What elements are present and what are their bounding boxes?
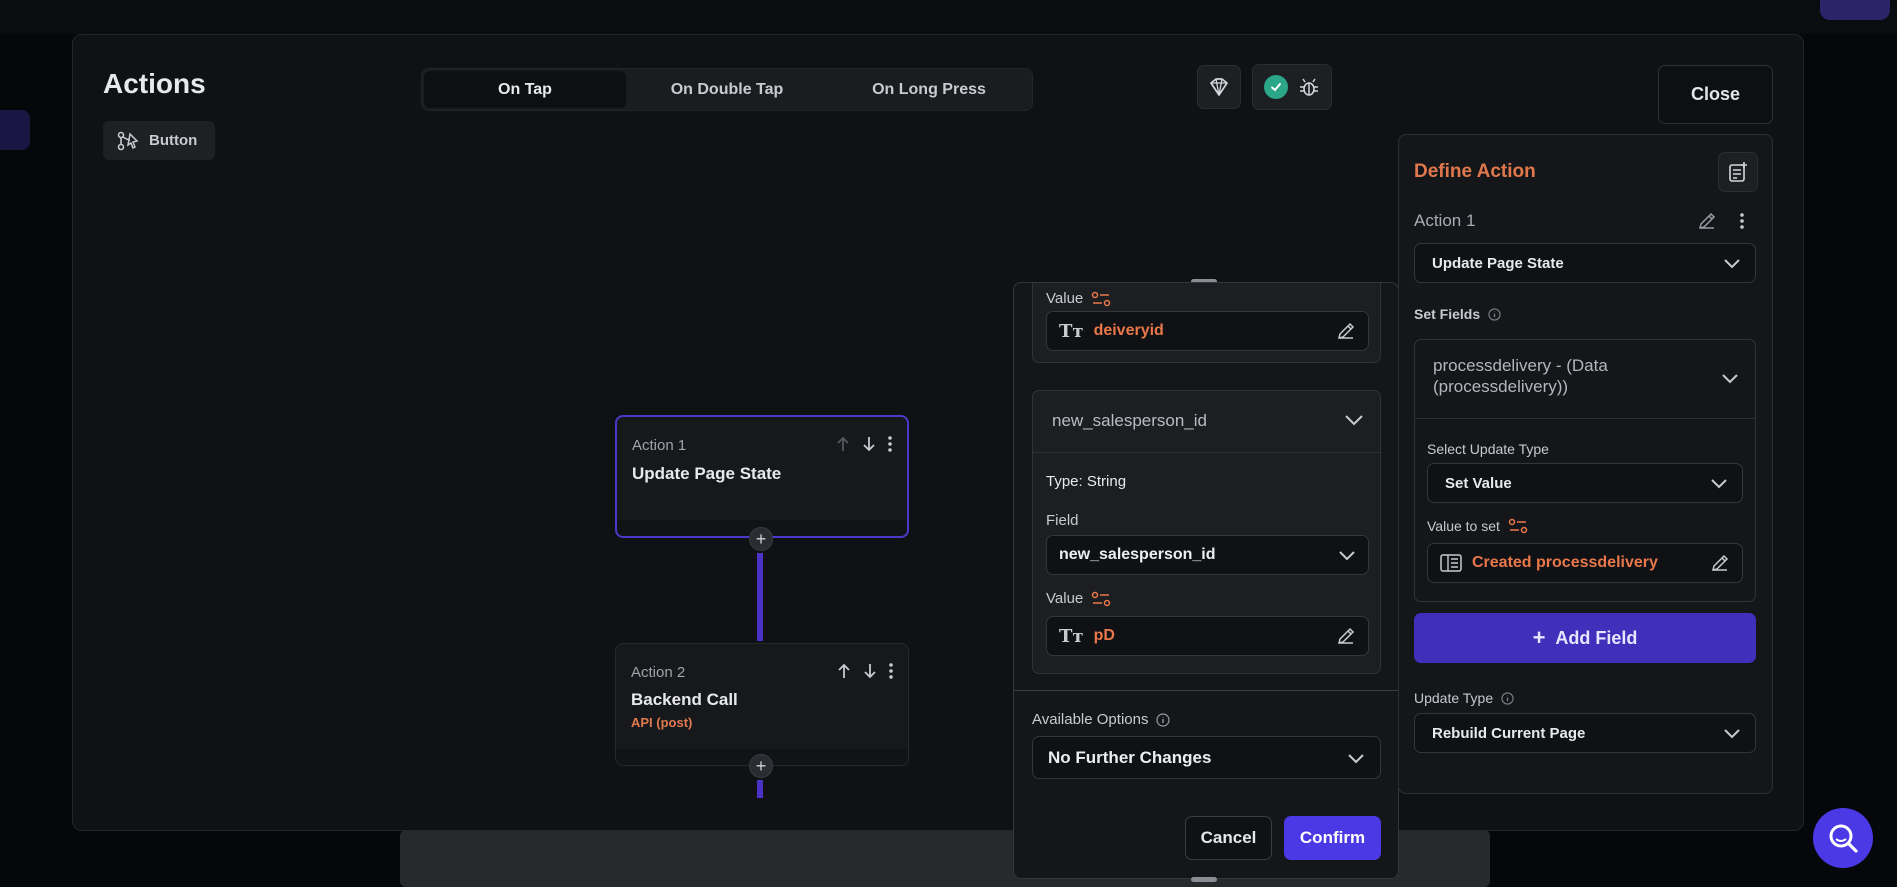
top-value-card: Value Tт deiveryid <box>1032 283 1381 363</box>
move-down-icon[interactable] <box>861 435 877 453</box>
text-type-icon: Tт <box>1059 320 1084 342</box>
close-button[interactable]: Close <box>1658 65 1773 124</box>
background-toolbar <box>0 0 1897 34</box>
info-icon <box>1501 691 1514 705</box>
divider <box>1033 452 1380 453</box>
type-text: Type: String <box>1046 473 1127 490</box>
value-label: Value <box>1046 290 1111 307</box>
tab-on-long-press[interactable]: On Long Press <box>828 71 1030 108</box>
edit-icon[interactable] <box>1697 211 1717 231</box>
more-vertical-icon[interactable] <box>888 662 894 680</box>
debug-group[interactable] <box>1252 64 1332 110</box>
more-vertical-icon[interactable] <box>887 435 893 453</box>
value-label: Value <box>1046 590 1111 607</box>
value-to-set-label: Value to set <box>1427 518 1528 534</box>
data-record-icon <box>1440 554 1462 572</box>
edit-icon[interactable] <box>1710 553 1730 573</box>
select-update-type-label: Select Update Type <box>1427 441 1549 457</box>
bug-icon <box>1300 78 1318 96</box>
move-down-icon[interactable] <box>862 662 878 680</box>
action-node-label: Action 1 <box>632 437 687 454</box>
field-header[interactable]: new_salesperson_id <box>1033 391 1380 451</box>
divider <box>1014 690 1398 691</box>
widget-tree-icon <box>117 131 139 150</box>
search-icon <box>1829 824 1858 853</box>
widget-chip-label: Button <box>149 132 198 149</box>
available-options-select[interactable]: No Further Changes <box>1032 736 1381 779</box>
chevron-down-icon <box>1348 753 1364 763</box>
search-fab[interactable] <box>1813 808 1873 868</box>
set-field-card: processdelivery - (Data (processdelivery… <box>1414 339 1756 602</box>
ai-gem-icon <box>1210 78 1228 96</box>
text-type-icon: Tт <box>1059 625 1084 647</box>
action-notes-button[interactable] <box>1718 152 1758 192</box>
action-node-subtitle: API (post) <box>631 715 693 730</box>
add-action-plus-icon[interactable]: + <box>749 754 773 778</box>
move-up-icon[interactable] <box>835 435 851 453</box>
variable-toggle-icon[interactable] <box>1091 591 1111 607</box>
field-config-panel: Value Tт deiveryid new_salesperson_id Ty… <box>1013 282 1399 879</box>
chevron-down-icon <box>1339 551 1355 561</box>
action-label: Action 1 <box>1414 211 1476 230</box>
value-input[interactable]: Tт pD <box>1046 616 1369 656</box>
value-to-set-input[interactable]: Created processdelivery <box>1427 543 1743 583</box>
chevron-down-icon <box>1345 415 1363 426</box>
tab-on-double-tap[interactable]: On Double Tap <box>626 71 828 108</box>
more-vertical-icon[interactable] <box>1739 212 1745 230</box>
edit-icon[interactable] <box>1336 626 1356 646</box>
set-field-header[interactable]: processdelivery - (Data (processdelivery… <box>1415 340 1755 418</box>
trigger-tabs: On Tap On Double Tap On Long Press <box>421 68 1033 111</box>
chevron-down-icon <box>1711 479 1727 489</box>
flow-connector <box>757 553 763 641</box>
chevron-down-icon <box>1724 729 1740 739</box>
action-node-2[interactable]: Action 2 Backend Call API (post) <box>615 643 909 766</box>
set-field-name: processdelivery - (Data (processdelivery… <box>1433 356 1608 396</box>
update-type-label: Update Type <box>1414 690 1514 706</box>
available-options-label: Available Options <box>1032 711 1171 728</box>
panel-drag-handle-bottom[interactable] <box>1191 877 1217 882</box>
tab-on-tap[interactable]: On Tap <box>424 71 626 108</box>
info-icon <box>1488 307 1501 321</box>
field-name: new_salesperson_id <box>1052 411 1207 430</box>
define-action-panel: Define Action Action 1 Update Page State… <box>1398 134 1773 794</box>
flow-connector <box>757 780 763 798</box>
confirm-button[interactable]: Confirm <box>1284 816 1381 860</box>
add-action-plus-icon[interactable]: + <box>749 527 773 551</box>
action-node-name: Update Page State <box>632 464 782 483</box>
widget-chip[interactable]: Button <box>103 121 215 160</box>
move-up-icon[interactable] <box>836 662 852 680</box>
plus-icon: + <box>1532 625 1546 650</box>
divider <box>1415 418 1755 419</box>
action-node-1[interactable]: Action 1 Update Page State <box>615 415 909 538</box>
background-sidebar-highlight <box>0 110 30 150</box>
background-top-chip <box>1820 0 1890 20</box>
edit-icon[interactable] <box>1336 321 1356 341</box>
field-card: new_salesperson_id Type: String Field ne… <box>1032 390 1381 674</box>
define-action-title: Define Action <box>1414 161 1536 182</box>
field-select[interactable]: new_salesperson_id <box>1046 535 1369 575</box>
action-node-name: Backend Call <box>631 690 738 709</box>
check-icon <box>1264 75 1288 99</box>
ai-assist-button[interactable] <box>1197 65 1241 109</box>
update-type-select[interactable]: Set Value <box>1427 463 1743 503</box>
variable-toggle-icon[interactable] <box>1508 518 1528 534</box>
cancel-button[interactable]: Cancel <box>1185 816 1272 860</box>
action-node-label: Action 2 <box>631 664 686 681</box>
chevron-down-icon <box>1724 259 1740 269</box>
info-icon <box>1156 712 1171 727</box>
notes-add-icon <box>1729 162 1747 182</box>
set-fields-label: Set Fields <box>1414 306 1501 322</box>
action-type-select[interactable]: Update Page State <box>1414 243 1756 283</box>
rebuild-select[interactable]: Rebuild Current Page <box>1414 713 1756 753</box>
page-title: Actions <box>103 68 206 99</box>
variable-toggle-icon[interactable] <box>1091 291 1111 307</box>
field-label: Field <box>1046 512 1079 529</box>
add-field-button[interactable]: + Add Field <box>1414 613 1756 663</box>
top-value-input[interactable]: Tт deiveryid <box>1046 311 1369 351</box>
chevron-down-icon <box>1722 374 1738 384</box>
